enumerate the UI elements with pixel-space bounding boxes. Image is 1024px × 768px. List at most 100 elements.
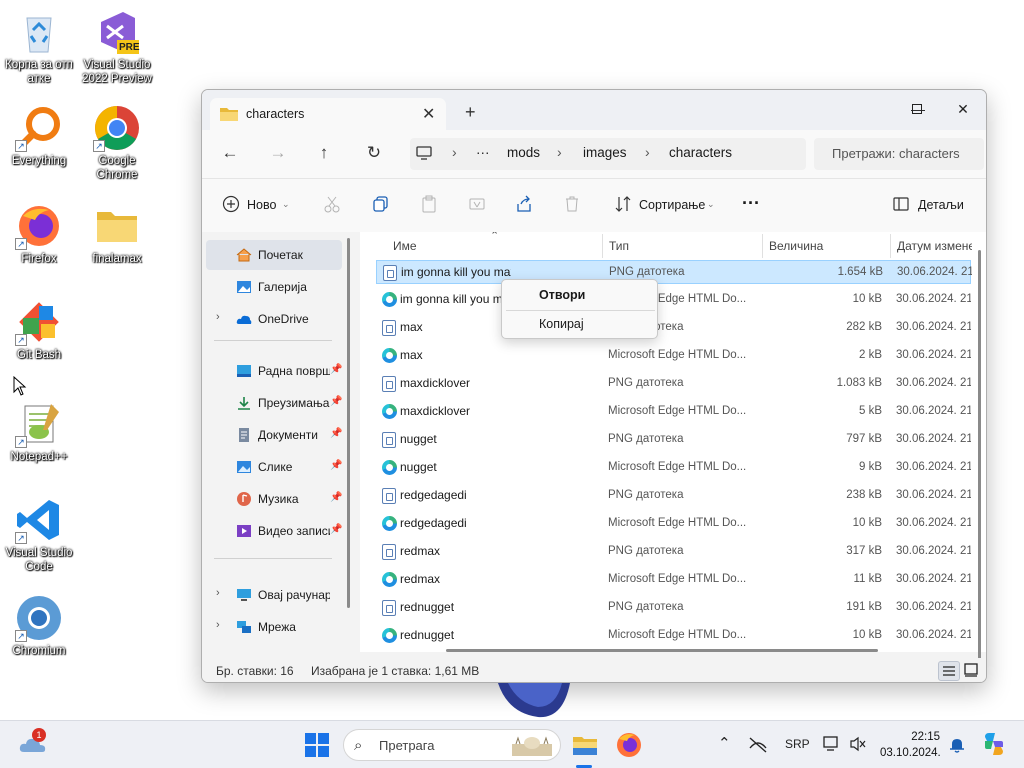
- desktop-icon-recycle-bin[interactable]: Корпа за отп атке: [0, 8, 78, 86]
- file-row[interactable]: im gonna kill you max PNG датотека 1.654…: [376, 260, 972, 284]
- desktop-icon-visual-studio[interactable]: PRE Visual Studio 2022 Preview: [78, 8, 156, 86]
- new-plus-icon[interactable]: [222, 195, 240, 213]
- pin-icon[interactable]: 📌: [330, 364, 342, 375]
- tiles-view-button[interactable]: [961, 661, 983, 681]
- breadcrumb-ellipsis[interactable]: ···: [476, 145, 490, 160]
- file-row[interactable]: rednugget Microsoft Edge HTML Do... 10 k…: [376, 624, 971, 648]
- notification-bell-icon[interactable]: [948, 736, 966, 754]
- network-offline-icon[interactable]: [748, 736, 768, 754]
- file-row[interactable]: redgedagedi Microsoft Edge HTML Do... 10…: [376, 512, 971, 536]
- desktop-icon-vscode[interactable]: ↗ Visual Studio Code: [0, 496, 78, 574]
- file-row[interactable]: redmax Microsoft Edge HTML Do... 11 kB 3…: [376, 568, 971, 592]
- copy-icon[interactable]: [372, 195, 390, 213]
- pin-icon[interactable]: 📌: [330, 492, 342, 503]
- search-box[interactable]: Претражи: characters: [814, 138, 984, 170]
- pin-icon[interactable]: 📌: [330, 460, 342, 471]
- volume-muted-icon[interactable]: [849, 735, 867, 753]
- clock[interactable]: 22:15 03.10.2024.: [880, 729, 941, 761]
- file-list-horizontal-scrollbar[interactable]: [446, 649, 878, 652]
- forward-button[interactable]: →: [266, 143, 290, 165]
- column-header-date[interactable]: Датум измене: [897, 239, 972, 253]
- close-tab-icon[interactable]: ✕: [422, 104, 435, 124]
- desktop-icon-chromium[interactable]: ↗ Chromium: [0, 594, 78, 658]
- display-icon[interactable]: [823, 735, 841, 753]
- chevron-right-icon[interactable]: ›: [216, 587, 220, 599]
- pin-icon[interactable]: 📌: [330, 428, 342, 439]
- desktop-icon-chrome[interactable]: ↗ Google Chrome: [78, 104, 156, 182]
- chevron-right-icon[interactable]: ›: [216, 311, 220, 323]
- column-header-size[interactable]: Величина: [769, 239, 823, 253]
- context-menu-copy[interactable]: Копирај: [502, 311, 657, 337]
- pin-icon[interactable]: 📌: [330, 524, 342, 535]
- language-indicator[interactable]: SRP: [785, 737, 810, 751]
- share-icon[interactable]: [515, 195, 533, 213]
- column-divider[interactable]: [890, 234, 891, 258]
- breadcrumb-characters[interactable]: characters: [669, 145, 732, 160]
- file-row[interactable]: rednugget PNG датотека 191 kB 30.06.2024…: [376, 596, 971, 620]
- chevron-right-icon[interactable]: ›: [216, 619, 220, 631]
- tab-characters[interactable]: characters ✕: [210, 98, 446, 130]
- details-pane-icon[interactable]: [892, 195, 910, 213]
- up-button[interactable]: ↑: [312, 143, 336, 165]
- file-row[interactable]: redmax PNG датотека 317 kB 30.06.2024. 2…: [376, 540, 971, 564]
- pin-icon[interactable]: 📌: [330, 396, 342, 407]
- column-divider[interactable]: [602, 234, 603, 258]
- copilot-icon[interactable]: [981, 731, 1007, 757]
- nav-item-documents[interactable]: Документи 📌: [206, 420, 342, 450]
- details-button[interactable]: Детаљи: [918, 198, 964, 220]
- rename-icon[interactable]: [468, 195, 486, 213]
- breadcrumb-mods[interactable]: mods: [507, 145, 540, 160]
- column-header-type[interactable]: Тип: [609, 239, 629, 253]
- file-row[interactable]: im gonna kill you max Microsoft Edge HTM…: [376, 288, 971, 312]
- close-window-button[interactable]: ✕: [940, 94, 986, 124]
- navigation-scrollbar[interactable]: [347, 238, 350, 608]
- new-button[interactable]: Ново: [247, 198, 276, 220]
- maximize-button[interactable]: [894, 94, 940, 124]
- weather-widget[interactable]: 1: [18, 728, 48, 760]
- desktop-icon-git-bash[interactable]: ↗ Git Bash: [0, 298, 78, 362]
- file-list-vertical-scrollbar[interactable]: [978, 250, 981, 682]
- nav-item-desktop[interactable]: Радна површ 📌: [206, 356, 342, 386]
- refresh-button[interactable]: ↻: [362, 143, 386, 165]
- address-bar[interactable]: › ··· mods › images › characters: [410, 138, 806, 170]
- desktop-icon-finalamax-folder[interactable]: finalamax: [78, 202, 156, 266]
- paste-icon[interactable]: [420, 195, 438, 213]
- column-divider[interactable]: [762, 234, 763, 258]
- file-row[interactable]: max Microsoft Edge HTML Do... 2 kB 30.06…: [376, 344, 971, 368]
- more-options-button[interactable]: ···: [742, 193, 760, 215]
- back-button[interactable]: ←: [218, 143, 242, 165]
- taskbar-file-explorer[interactable]: [570, 730, 600, 760]
- start-button[interactable]: [302, 730, 332, 760]
- breadcrumb-images[interactable]: images: [583, 145, 627, 160]
- file-row[interactable]: nugget PNG датотека 797 kB 30.06.2024. 2…: [376, 428, 971, 452]
- file-row[interactable]: nugget Microsoft Edge HTML Do... 9 kB 30…: [376, 456, 971, 480]
- sort-button[interactable]: Сортирање: [639, 198, 705, 220]
- nav-item-videos[interactable]: Видео записи 📌: [206, 516, 342, 546]
- nav-item-home[interactable]: Почетак: [206, 240, 342, 270]
- nav-item-music[interactable]: Музика 📌: [206, 484, 342, 514]
- taskbar-firefox[interactable]: [614, 730, 644, 760]
- file-row[interactable]: maxdicklover Microsoft Edge HTML Do... 5…: [376, 400, 971, 424]
- column-header-name[interactable]: Име: [393, 239, 417, 253]
- nav-item-network[interactable]: › Мрежа: [206, 612, 342, 642]
- delete-icon[interactable]: [563, 195, 581, 213]
- desktop-icon-everything[interactable]: ↗ Everything: [0, 104, 78, 168]
- file-row[interactable]: maxdicklover PNG датотека 1.083 kB 30.06…: [376, 372, 971, 396]
- context-menu-open[interactable]: Отвори: [502, 282, 657, 308]
- nav-item-gallery[interactable]: Галерија: [206, 272, 342, 302]
- show-hidden-icons-button[interactable]: ⌃: [718, 734, 731, 752]
- nav-item-this-pc[interactable]: › Овај рачунар: [206, 580, 342, 610]
- cut-icon[interactable]: [323, 195, 341, 213]
- new-tab-button[interactable]: +: [465, 102, 476, 123]
- file-row[interactable]: max PNG датотека 282 kB 30.06.2024. 21:: [376, 316, 971, 340]
- file-row[interactable]: redgedagedi PNG датотека 238 kB 30.06.20…: [376, 484, 971, 508]
- nav-item-pictures[interactable]: Слике 📌: [206, 452, 342, 482]
- desktop-icon-firefox[interactable]: ↗ Firefox: [0, 202, 78, 266]
- desktop-icon-notepad-plus-plus[interactable]: ↗ Notepad++: [0, 400, 78, 464]
- details-view-button[interactable]: [938, 661, 960, 681]
- nav-item-onedrive[interactable]: › OneDrive: [206, 304, 342, 334]
- nav-item-downloads[interactable]: Преузимања 📌: [206, 388, 342, 418]
- sort-icon[interactable]: [614, 195, 632, 213]
- status-bar: Бр. ставки: 16 Изабрана је 1 ставка: 1,6…: [202, 658, 986, 682]
- taskbar-search[interactable]: ⌕ Претрага: [343, 729, 561, 761]
